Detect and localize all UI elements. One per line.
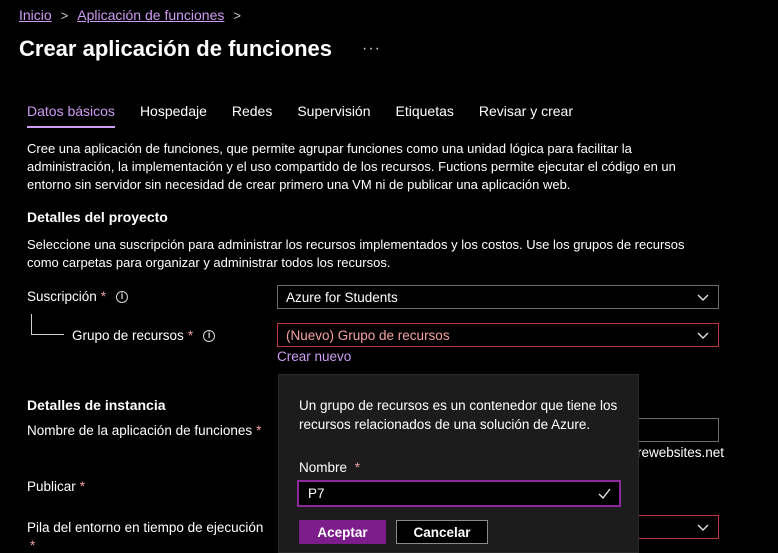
accept-button[interactable]: Aceptar xyxy=(299,520,386,544)
required-marker: * xyxy=(79,479,86,494)
resource-group-value: (Nuevo) Grupo de recursos xyxy=(286,327,450,343)
domain-suffix: rewebsites.net xyxy=(637,445,725,460)
subscription-label-text: Suscripción xyxy=(27,289,97,304)
chevron-down-icon xyxy=(697,524,709,531)
chevron-down-icon xyxy=(697,332,709,339)
checkmark-icon xyxy=(598,488,611,500)
tree-connector xyxy=(31,314,64,335)
breadcrumb-current-link[interactable]: Aplicación de funciones xyxy=(77,7,224,23)
chevron-right-icon: > xyxy=(233,7,241,23)
app-name-label: Nombre de la aplicación de funciones * xyxy=(27,423,261,438)
info-icon[interactable]: i xyxy=(203,329,216,342)
subscription-value: Azure for Students xyxy=(286,289,398,305)
intro-description: Cree una aplicación de funciones, que pe… xyxy=(27,141,676,192)
publish-label: Publicar * xyxy=(27,479,85,494)
required-marker: * xyxy=(354,460,361,475)
subscription-select[interactable]: Azure for Students xyxy=(277,285,719,309)
chevron-down-icon xyxy=(697,294,709,301)
required-marker: * xyxy=(256,423,262,438)
instance-details-title: Detalles de instancia xyxy=(27,397,166,413)
resource-group-label-text: Grupo de recursos xyxy=(72,328,184,343)
tab-hospedaje[interactable]: Hospedaje xyxy=(140,103,207,128)
tab-bar: Datos básicos Hospedaje Redes Supervisió… xyxy=(27,103,598,128)
tab-etiquetas[interactable]: Etiquetas xyxy=(396,103,454,128)
required-marker: * xyxy=(100,289,107,304)
name-label: Nombre * xyxy=(299,460,360,475)
app-name-label-text: Nombre de la aplicación de funciones xyxy=(27,423,253,438)
breadcrumb: Inicio > Aplicación de funciones > xyxy=(19,7,250,23)
tab-supervision[interactable]: Supervisión xyxy=(297,103,370,128)
app-name-input[interactable] xyxy=(637,418,719,442)
chevron-right-icon: > xyxy=(60,7,69,23)
cancel-button[interactable]: Cancelar xyxy=(396,520,488,544)
breadcrumb-home-link[interactable]: Inicio xyxy=(19,7,52,23)
required-marker: * xyxy=(187,328,194,343)
info-icon[interactable]: i xyxy=(116,290,129,303)
subscription-label: Suscripción * i xyxy=(27,289,129,304)
resource-group-select[interactable]: (Nuevo) Grupo de recursos xyxy=(277,323,719,347)
publish-label-text: Publicar xyxy=(27,479,76,494)
name-label-text: Nombre xyxy=(299,460,348,475)
required-marker: * xyxy=(30,538,36,553)
tab-revisar-crear[interactable]: Revisar y crear xyxy=(479,103,573,128)
tab-redes[interactable]: Redes xyxy=(232,103,272,128)
resource-group-label: Grupo de recursos * i xyxy=(72,328,216,343)
runtime-select[interactable] xyxy=(637,515,719,539)
resource-group-name-value: P7 xyxy=(308,486,325,501)
more-options-icon[interactable]: ··· xyxy=(362,40,381,58)
project-details-title: Detalles del proyecto xyxy=(27,209,168,225)
create-resource-group-callout: Un grupo de recursos es un contenedor qu… xyxy=(278,374,639,553)
tab-datos-basicos[interactable]: Datos básicos xyxy=(27,103,115,128)
project-description: Seleccione una suscripción para administ… xyxy=(27,237,685,270)
runtime-label: Pila del entorno en tiempo de ejecución … xyxy=(27,519,263,553)
resource-group-name-input[interactable]: P7 xyxy=(297,480,621,507)
runtime-label-text: Pila del entorno en tiempo de ejecución xyxy=(27,520,264,535)
callout-description: Un grupo de recursos es un contenedor qu… xyxy=(299,398,618,432)
create-new-link[interactable]: Crear nuevo xyxy=(277,349,351,364)
page-title: Crear aplicación de funciones xyxy=(19,36,332,61)
